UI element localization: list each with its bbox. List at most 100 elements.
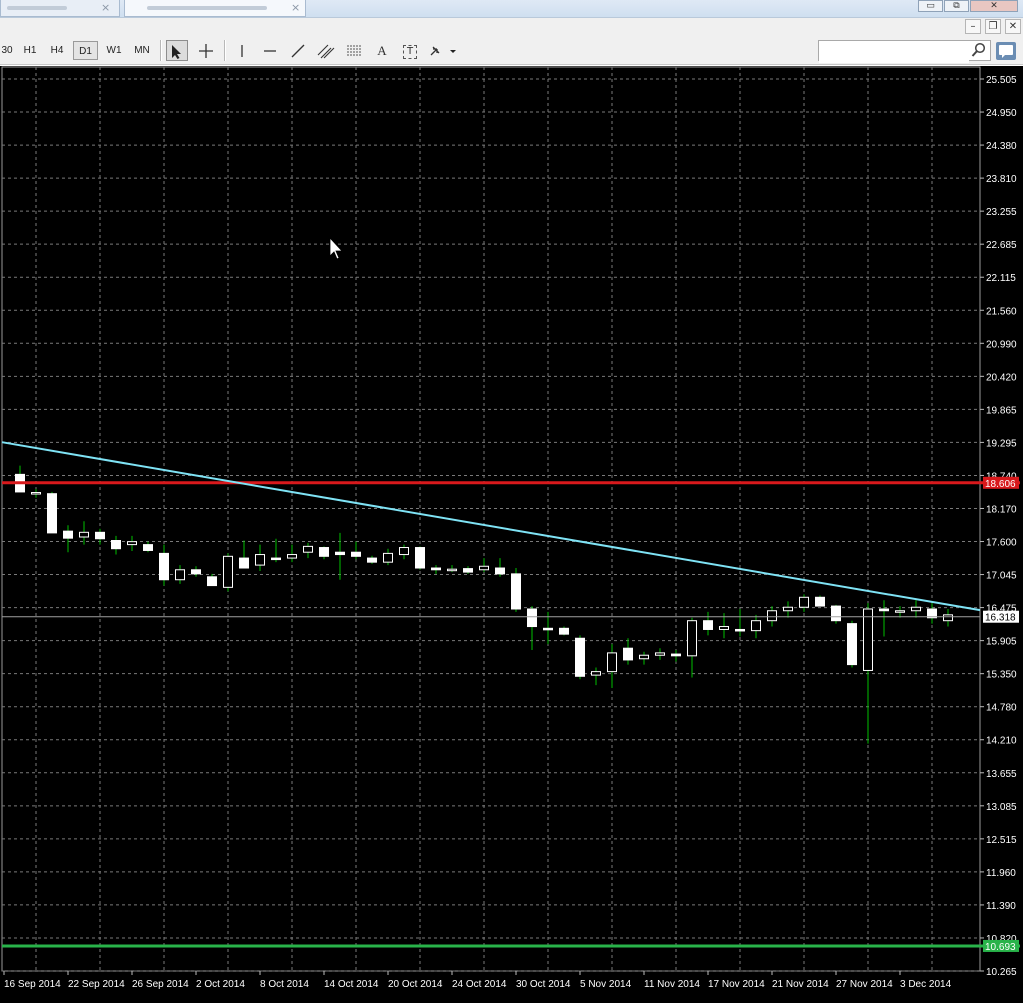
candle-body <box>319 547 329 557</box>
search-box[interactable] <box>818 40 991 63</box>
candle-body <box>447 568 457 572</box>
y-tick-label: 22.685 <box>986 240 1017 251</box>
horizontal-line-icon[interactable] <box>259 40 281 61</box>
search-icon[interactable] <box>971 42 987 58</box>
candle-body <box>271 557 281 561</box>
candle-body <box>367 557 377 563</box>
chart-close-button[interactable]: ✕ <box>1005 19 1021 34</box>
candle-body <box>767 610 777 622</box>
candle-body <box>943 614 953 622</box>
timeframe-h4-button[interactable]: H4 <box>46 41 68 60</box>
candle-body <box>95 531 105 540</box>
chart-tab-2[interactable]: × <box>124 0 306 17</box>
y-tick-label: 13.655 <box>986 769 1017 780</box>
y-tick-label: 19.865 <box>986 405 1017 416</box>
candle-body <box>255 554 265 566</box>
candle-body <box>895 610 905 613</box>
candle-body <box>31 492 41 495</box>
candle-body <box>239 557 249 569</box>
candle-body <box>415 547 425 569</box>
candle-body <box>351 551 361 557</box>
timeframe-w1-button[interactable]: W1 <box>103 41 125 60</box>
timeframe-m30-button[interactable]: 30 <box>0 41 14 60</box>
candle-body <box>479 565 489 571</box>
y-tick-label: 15.350 <box>986 670 1017 681</box>
equidistant-channel-icon[interactable] <box>315 40 337 61</box>
candle-body <box>703 620 713 630</box>
window-restore-button[interactable]: ⧉ <box>944 0 969 12</box>
mouse-cursor-icon <box>329 236 343 260</box>
candle-body <box>127 541 137 546</box>
x-tick-label: 27 Nov 2014 <box>836 979 893 990</box>
vertical-line-icon[interactable] <box>231 40 253 61</box>
y-tick-label: 15.905 <box>986 637 1017 648</box>
y-tick-label: 24.950 <box>986 108 1017 119</box>
window-close-button[interactable]: ✕ <box>970 0 1018 12</box>
messages-icon[interactable] <box>996 42 1016 60</box>
timeframe-h1-button[interactable]: H1 <box>19 41 41 60</box>
cursor-icon[interactable] <box>166 40 188 61</box>
toolbar-separator <box>224 40 226 61</box>
candle-body <box>527 608 537 628</box>
candle-body <box>783 606 793 612</box>
tab-label <box>147 6 267 10</box>
candle-body <box>591 671 601 676</box>
x-tick-label: 30 Oct 2014 <box>516 979 571 990</box>
x-tick-label: 26 Sep 2014 <box>132 979 189 990</box>
window-title-bar: × × ▭ ⧉ ✕ <box>0 0 1023 18</box>
y-tick-label: 10.265 <box>986 967 1017 978</box>
price-chart[interactable]: 25.505 24.950 24.380 23.810 23.255 22.685 22.1… <box>0 66 1023 1003</box>
candle-body <box>719 626 729 630</box>
candle-body <box>543 627 553 631</box>
candle-body <box>191 569 201 575</box>
candle-body <box>159 552 169 581</box>
x-tick-label: 5 Nov 2014 <box>580 979 632 990</box>
candle-body <box>111 540 121 550</box>
plot-border <box>1 66 981 972</box>
fibonacci-icon[interactable] <box>343 40 365 61</box>
chart-restore-button[interactable]: ❐ <box>985 19 1001 34</box>
level-price-label: 10.693 <box>985 942 1016 953</box>
text-icon[interactable]: A <box>371 40 393 61</box>
candle-body <box>495 567 505 575</box>
tab-close-icon[interactable]: × <box>101 1 110 14</box>
text-label-icon[interactable]: T <box>399 40 421 61</box>
x-tick-label: 2 Oct 2014 <box>196 979 245 990</box>
timeframe-mn-button[interactable]: MN <box>130 41 154 60</box>
y-tick-label: 20.990 <box>986 339 1017 350</box>
candle-body <box>79 531 89 538</box>
trendline-icon[interactable] <box>287 40 309 61</box>
candle-body <box>575 637 585 677</box>
x-tick-label: 21 Nov 2014 <box>772 979 829 990</box>
trendline <box>1 441 981 612</box>
y-tick-label: 25.505 <box>986 75 1017 86</box>
candle-body <box>879 608 889 612</box>
candle-body <box>335 551 345 556</box>
chart-tab-1[interactable]: × <box>0 0 120 17</box>
timeframe-d1-button[interactable]: D1 <box>73 41 98 60</box>
x-tick-label: 14 Oct 2014 <box>324 979 379 990</box>
chart-canvas[interactable]: 25.505 24.950 24.380 23.810 23.255 22.685 22.1… <box>0 66 1023 1003</box>
y-tick-label: 17.045 <box>986 571 1017 582</box>
window-minimize-button[interactable]: ▭ <box>918 0 943 12</box>
arrows-dropdown-icon[interactable] <box>427 40 459 61</box>
y-tick-label: 12.515 <box>986 835 1017 846</box>
candle-body <box>607 652 617 673</box>
toolbar: 30 H1 H4 D1 W1 MN A T <box>0 36 1023 65</box>
x-tick-label: 20 Oct 2014 <box>388 979 443 990</box>
crosshair-icon[interactable] <box>195 40 217 61</box>
candle-body <box>143 544 153 551</box>
tab-close-icon[interactable]: × <box>291 1 300 14</box>
search-input[interactable] <box>819 43 969 63</box>
x-tick-label: 8 Oct 2014 <box>260 979 309 990</box>
candle-body <box>223 555 233 588</box>
y-tick-label: 22.115 <box>986 273 1016 284</box>
candle-body <box>63 530 73 539</box>
candle-body <box>511 573 521 610</box>
y-tick-label: 14.210 <box>986 736 1017 747</box>
y-tick-label: 24.380 <box>986 141 1017 152</box>
chart-minimize-button[interactable]: – <box>965 19 981 34</box>
toolbar-separator <box>160 40 162 61</box>
candle-body <box>911 606 921 612</box>
candle-body <box>399 547 409 556</box>
